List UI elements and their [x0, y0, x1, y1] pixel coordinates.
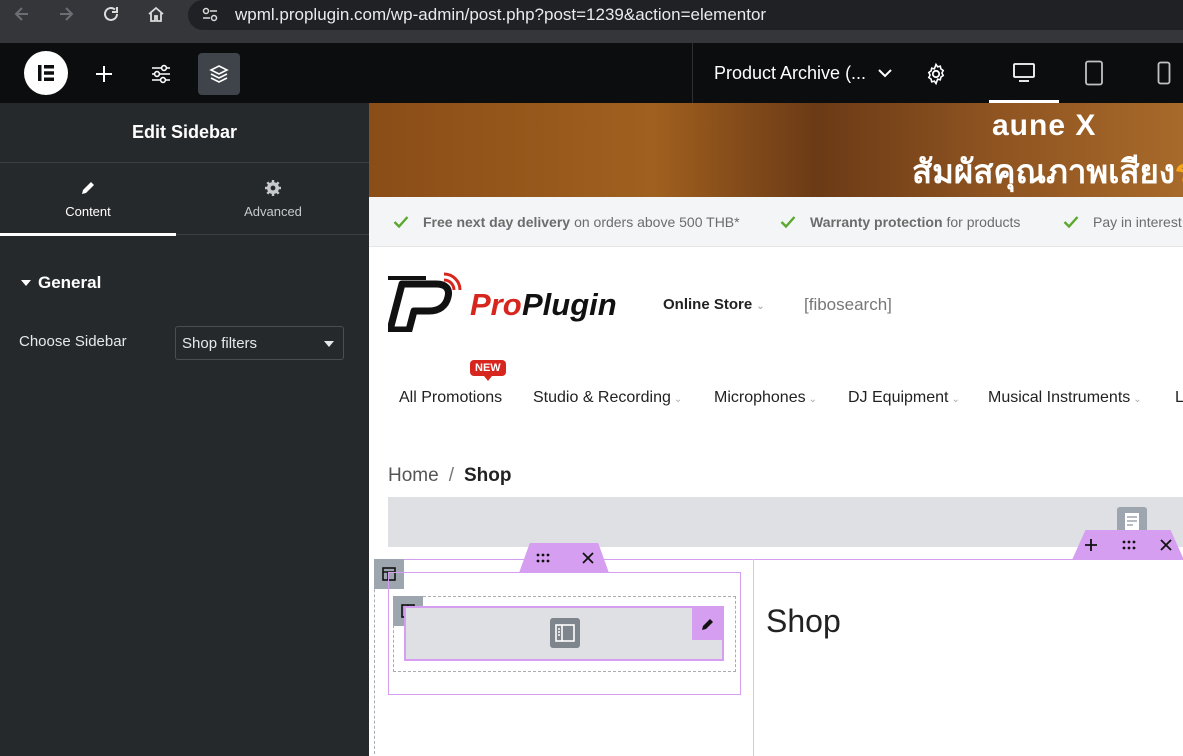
breadcrumb-home[interactable]: Home	[388, 465, 439, 486]
nav-musical-instruments-label: Musical Instruments	[988, 389, 1131, 406]
column-divider	[753, 559, 754, 756]
panel-tabs: Content Advanced	[0, 163, 369, 236]
online-store-label: Online Store	[663, 296, 753, 313]
banner-headline: สัมผัสคุณภาพเสียงร	[912, 145, 1183, 198]
home-button[interactable]	[138, 0, 174, 28]
nav-more[interactable]: L	[1175, 389, 1183, 407]
logo-text-pro: Pro	[470, 287, 522, 322]
topbar-divider	[692, 43, 693, 103]
pencil-icon	[79, 179, 97, 197]
proplugin-logo[interactable]: Pro Plugin	[386, 270, 638, 337]
banner-brand: aune X	[992, 109, 1097, 142]
banner-headline-text: สัมผัสคุณภาพเสียง	[912, 153, 1175, 190]
benefit-pay: Pay in interest	[1063, 214, 1182, 230]
chevron-down-icon[interactable]	[877, 65, 893, 86]
section-general-label: General	[38, 273, 102, 292]
nav-dj-equipment[interactable]: DJ Equipment ⌄	[848, 389, 960, 407]
choose-sidebar-value: Shop filters	[182, 334, 258, 352]
nav-studio-recording[interactable]: Studio & Recording ⌄	[533, 389, 682, 407]
preview-canvas: aune X สัมผัสคุณภาพเสียงร Free next day …	[369, 103, 1183, 756]
chevron-down-icon: ⌄	[673, 394, 683, 405]
tab-content-label: Content	[65, 204, 111, 219]
forward-button[interactable]	[48, 0, 84, 28]
sidebar-widget-icon	[550, 618, 580, 653]
address-bar[interactable]: wpml.proplugin.com/wp-admin/post.php?pos…	[188, 0, 1183, 30]
close-icon[interactable]	[581, 552, 594, 564]
nav-dj-equipment-label: DJ Equipment	[848, 389, 949, 406]
drag-handle-icon[interactable]	[535, 553, 551, 563]
gear-icon	[264, 179, 282, 197]
back-button[interactable]	[4, 0, 40, 28]
caret-down-icon	[21, 280, 31, 286]
nav-all-promotions[interactable]: All Promotions	[399, 389, 502, 407]
select-caret-icon	[324, 341, 334, 347]
tablet-view-button[interactable]	[1059, 43, 1129, 103]
online-store-menu[interactable]: Online Store ⌄	[663, 296, 765, 313]
nav-all-promotions-label: All Promotions	[399, 389, 503, 406]
section-handle[interactable]	[1072, 530, 1183, 560]
check-icon	[1063, 216, 1079, 229]
check-icon	[780, 216, 796, 229]
chevron-down-icon: ⌄	[951, 394, 960, 405]
nav-studio-recording-label: Studio & Recording	[533, 389, 671, 406]
panel-title: Edit Sidebar	[0, 103, 369, 163]
document-title[interactable]: Product Archive (...	[714, 63, 866, 84]
chevron-down-icon: ⌄	[1133, 394, 1142, 405]
benefit-delivery: Free next day delivery on orders above 5…	[393, 214, 740, 230]
benefit-pay-text: Pay in interest	[1093, 214, 1182, 230]
breadcrumb: Home / Shop	[388, 465, 511, 487]
breadcrumb-separator: /	[448, 465, 454, 486]
tab-advanced-label: Advanced	[244, 204, 302, 219]
site-info-icon[interactable]	[201, 6, 219, 29]
tab-advanced[interactable]: Advanced	[185, 163, 361, 235]
benefit-warranty-bold: Warranty protection	[810, 214, 943, 230]
add-element-button[interactable]	[83, 53, 125, 95]
structure-layers-button[interactable]	[198, 53, 240, 95]
benefits-bar: Free next day delivery on orders above 5…	[369, 197, 1183, 247]
new-badge: NEW	[470, 360, 506, 381]
drag-handle-icon[interactable]	[1121, 540, 1137, 550]
pencil-icon	[702, 619, 713, 630]
choose-sidebar-label: Choose Sidebar	[19, 333, 127, 350]
benefit-delivery-text: on orders above 500 THB*	[574, 214, 740, 230]
nav-microphones-label: Microphones	[714, 389, 806, 406]
section-general-toggle[interactable]: General	[20, 273, 101, 293]
sidebar-widget[interactable]	[404, 606, 724, 661]
page-settings-gear-icon[interactable]	[924, 62, 948, 91]
edit-widget-button[interactable]	[692, 608, 724, 640]
add-icon[interactable]	[1084, 538, 1098, 552]
chevron-down-icon: ⌄	[756, 301, 765, 312]
elementor-logo-icon[interactable]	[24, 51, 68, 95]
mobile-view-button[interactable]	[1129, 43, 1183, 103]
url-text: wpml.proplugin.com/wp-admin/post.php?pos…	[235, 5, 767, 24]
choose-sidebar-select[interactable]: Shop filters	[175, 326, 344, 360]
container-handle[interactable]	[519, 543, 609, 573]
site-settings-button[interactable]	[140, 53, 182, 95]
page-title: Shop	[766, 603, 841, 639]
reload-button[interactable]	[93, 0, 129, 28]
logo-text-plugin: Plugin	[522, 287, 617, 322]
nav-microphones[interactable]: Microphones ⌄	[714, 389, 817, 407]
search-shortcode-placeholder: [fibosearch]	[804, 295, 892, 314]
editor-panel: Edit Sidebar Content Advanced General Ch…	[0, 103, 369, 756]
editor-topbar: Product Archive (...	[0, 43, 1183, 103]
placeholder-widget-bar[interactable]	[388, 497, 1183, 547]
screen: wpml.proplugin.com/wp-admin/post.php?pos…	[0, 0, 1183, 756]
check-icon	[393, 216, 409, 229]
close-icon[interactable]	[1160, 539, 1172, 551]
nav-more-label: L	[1175, 389, 1183, 406]
promo-banner[interactable]: aune X สัมผัสคุณภาพเสียงร	[369, 103, 1183, 197]
browser-toolbar: wpml.proplugin.com/wp-admin/post.php?pos…	[0, 0, 1183, 43]
benefit-warranty-text: for products	[946, 214, 1021, 230]
benefit-delivery-bold: Free next day delivery	[423, 214, 571, 230]
banner-headline-highlight: ร	[1175, 153, 1183, 190]
chevron-down-icon: ⌄	[808, 394, 817, 405]
tab-content[interactable]: Content	[0, 163, 176, 236]
nav-musical-instruments[interactable]: Musical Instruments ⌄	[988, 389, 1142, 407]
breadcrumb-current: Shop	[463, 465, 512, 486]
desktop-view-button[interactable]	[989, 43, 1059, 103]
benefit-warranty: Warranty protection for products	[780, 214, 1020, 230]
